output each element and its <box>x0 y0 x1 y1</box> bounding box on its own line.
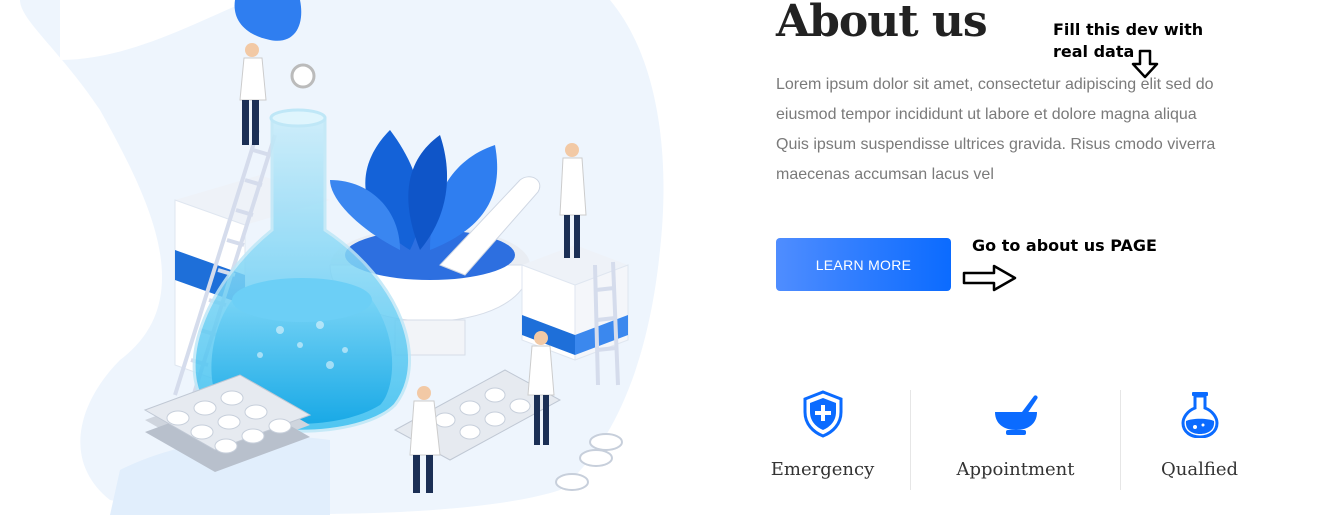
mortar-pestle-icon <box>994 395 1038 435</box>
arrow-down-icon <box>1131 49 1159 79</box>
divider <box>910 390 911 490</box>
features-row: Emergency Appointment Qualfied <box>735 385 1295 490</box>
feature-appointment[interactable]: Appointment <box>928 385 1103 490</box>
goto-about-annotation: Go to about us PAGE <box>972 236 1157 255</box>
shield-plus-icon <box>803 390 842 438</box>
feature-qualified[interactable]: Qualfied <box>1112 385 1287 490</box>
flask-icon <box>1180 392 1219 438</box>
feature-label: Emergency <box>770 459 875 480</box>
lab-illustration <box>20 0 664 515</box>
feature-emergency[interactable]: Emergency <box>735 385 910 490</box>
learn-more-button[interactable]: LEARN MORE <box>776 238 951 291</box>
feature-label: Qualfied <box>1160 459 1239 480</box>
about-description: Lorem ipsum dolor sit amet, consectetur … <box>776 76 1216 183</box>
arrow-right-icon <box>962 264 1017 292</box>
feature-label: Appointment <box>956 459 1075 480</box>
about-title: About us <box>776 0 988 47</box>
